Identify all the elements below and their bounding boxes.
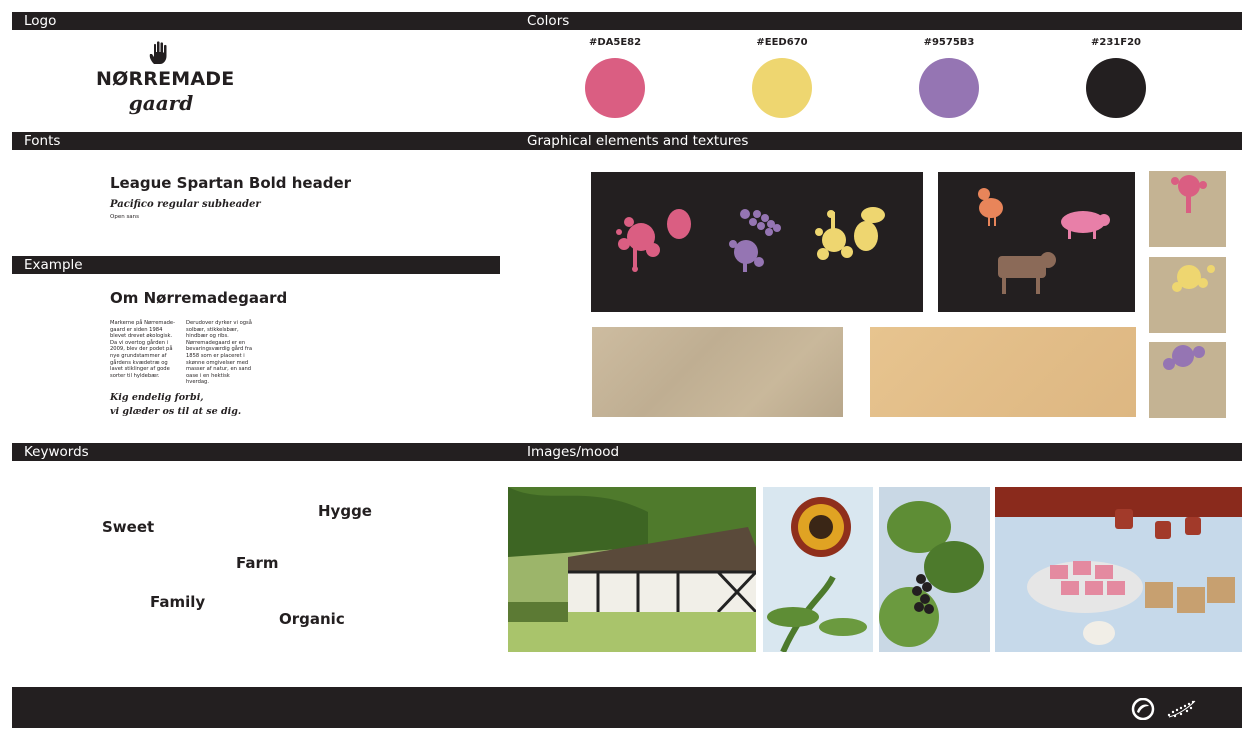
- keyword-farm: Farm: [236, 554, 279, 572]
- font-body-sample: Open sans: [110, 214, 140, 220]
- hand-icon: [149, 41, 167, 64]
- section-bar-keywords: Keywords: [12, 443, 512, 461]
- example-title: Om Nørremadegaard: [110, 289, 288, 307]
- texture-splat-yellow: [1149, 257, 1226, 333]
- texture-splat-purple: [1149, 342, 1226, 418]
- logo-subtitle: gaard: [128, 91, 194, 115]
- color-swatch-2: [752, 58, 812, 118]
- section-title-keywords: Keywords: [24, 444, 89, 460]
- texture-kraft-grey: [592, 327, 843, 417]
- section-bar-graphics: Graphical elements and textures: [512, 132, 1242, 150]
- swatch-hex-2: #EED670: [756, 37, 808, 48]
- example-column-2: Derudover dyrker vi også solbær, stikkel…: [186, 320, 253, 386]
- logo-wordmark: NØRREMADE: [96, 68, 235, 90]
- font-subheader-sample: Pacifico regular subheader: [110, 199, 261, 210]
- section-title-colors: Colors: [527, 13, 570, 29]
- example-quote-line-1: Kig endelig forbi,: [110, 392, 204, 403]
- mood-photo-farmhouse: [508, 487, 756, 652]
- mood-photo-market-stall: [995, 487, 1242, 652]
- swatch-hex-1: #DA5E82: [588, 37, 642, 48]
- keyword-organic: Organic: [279, 610, 345, 628]
- keyword-hygge: Hygge: [318, 502, 372, 520]
- berry-icon: [667, 209, 691, 239]
- example-quote: Kig endelig forbi, vi glæder os til at s…: [110, 391, 241, 419]
- example-quote-line-2: vi glæder os til at se dig.: [110, 406, 242, 417]
- section-title-logo: Logo: [24, 13, 57, 29]
- color-swatch-1: [585, 58, 645, 118]
- texture-kraft-tan: [870, 327, 1136, 417]
- eu-organic-icon: [1167, 700, 1196, 718]
- texture-splat-pink: [1149, 171, 1226, 247]
- section-title-fonts: Fonts: [24, 133, 61, 149]
- section-title-images: Images/mood: [527, 444, 620, 460]
- keyword-sweet: Sweet: [102, 518, 155, 536]
- swatch-hex-4: #231F20: [1091, 37, 1141, 48]
- graphic-animals-panel: [938, 172, 1135, 312]
- section-title-example: Example: [24, 257, 83, 273]
- section-bar-logo: Logo: [12, 12, 512, 30]
- section-bar-images: Images/mood: [512, 443, 1242, 461]
- mood-photo-berries: [879, 487, 990, 652]
- example-column-1: Markerne på Nørremade-gaard er siden 198…: [110, 320, 175, 379]
- color-swatch-4: [1086, 58, 1146, 118]
- section-bar-example: Example: [12, 256, 500, 274]
- section-title-graphics: Graphical elements and textures: [527, 133, 749, 149]
- mood-photo-sunflower: [763, 487, 873, 652]
- section-bar-colors: Colors: [512, 12, 1242, 30]
- graphic-splats-panel: [591, 172, 923, 312]
- organic-leaf-icon: [1131, 698, 1155, 720]
- swatch-hex-3: #9575B3: [923, 37, 975, 48]
- section-bar-fonts: Fonts: [12, 132, 512, 150]
- footer-bar: [12, 687, 1242, 728]
- font-header-sample: League Spartan Bold header: [110, 174, 352, 192]
- color-swatch-3: [919, 58, 979, 118]
- keyword-family: Family: [150, 593, 206, 611]
